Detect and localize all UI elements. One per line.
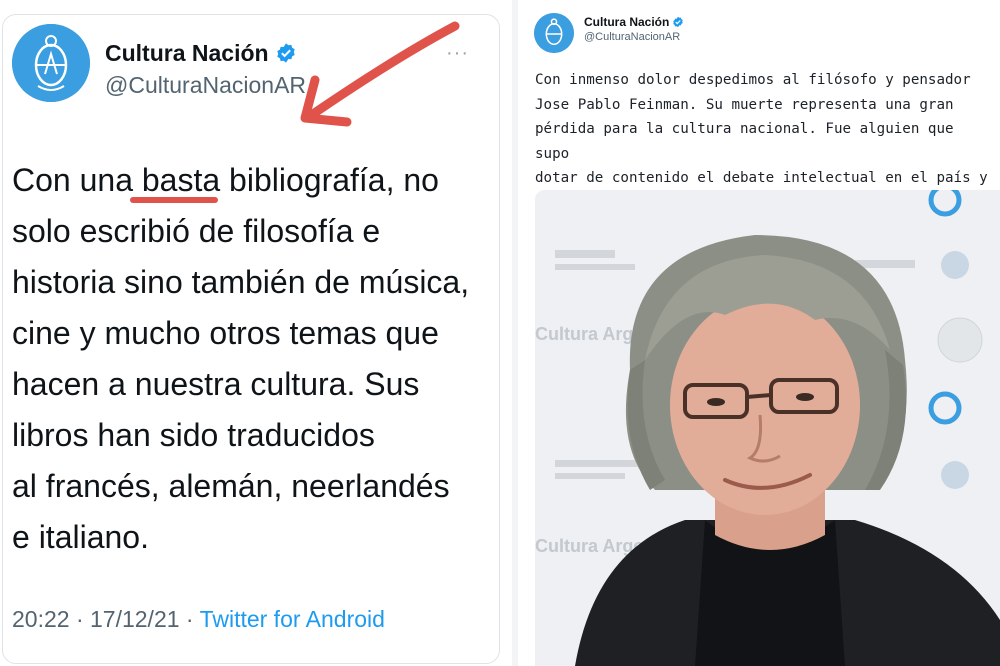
source-link[interactable]: Twitter for Android bbox=[200, 606, 385, 632]
handle[interactable]: @CulturaNacionAR bbox=[105, 72, 306, 99]
tweet-photo[interactable]: Cultura Argentina Cultura Argentina bbox=[535, 190, 1000, 666]
verified-badge-icon bbox=[276, 43, 295, 63]
verified-badge-icon bbox=[673, 16, 684, 28]
right-tweet-screenshot: Cultura Nación @CulturaNacionAR Con inme… bbox=[518, 0, 1000, 666]
portrait-photo: Cultura Argentina Cultura Argentina bbox=[535, 190, 1000, 666]
red-underline-annotation bbox=[130, 197, 218, 203]
tweet-meta: 20:22 · 17/12/21 · Twitter for Android bbox=[12, 606, 385, 633]
timestamp[interactable]: 20:22 · 17/12/21 · bbox=[12, 606, 200, 632]
handle[interactable]: @CulturaNacionAR bbox=[584, 31, 680, 43]
argentina-seal-icon bbox=[12, 24, 90, 102]
tweet-text: Con una basta bibliografía, no solo escr… bbox=[12, 162, 470, 555]
red-arrow-annotation bbox=[300, 21, 460, 127]
display-name-text: Cultura Nación bbox=[584, 15, 670, 29]
display-name-text: Cultura Nación bbox=[105, 40, 269, 66]
avatar[interactable] bbox=[12, 24, 90, 102]
argentina-seal-icon bbox=[534, 13, 574, 53]
display-name[interactable]: Cultura Nación bbox=[584, 15, 684, 29]
display-name[interactable]: Cultura Nación bbox=[105, 40, 297, 67]
avatar[interactable] bbox=[534, 13, 574, 53]
left-tweet-screenshot: Cultura Nación @CulturaNacionAR ··· Con … bbox=[0, 0, 512, 666]
